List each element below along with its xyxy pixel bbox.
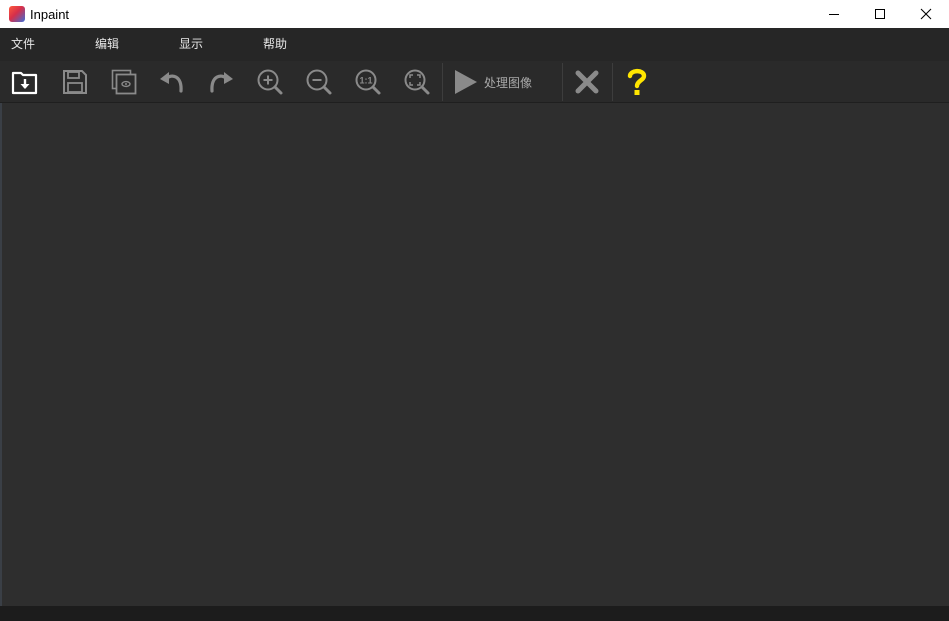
- play-icon: [455, 70, 477, 94]
- help-button[interactable]: [619, 65, 655, 99]
- minimize-icon: [829, 14, 839, 15]
- image-canvas[interactable]: [0, 103, 949, 606]
- window-title: Inpaint: [30, 6, 70, 22]
- minimize-button[interactable]: [811, 0, 857, 28]
- canvas-edge: [0, 103, 2, 606]
- redo-icon: [210, 72, 233, 93]
- menu-view[interactable]: 显示: [168, 28, 252, 61]
- toolbar: 1:1 处理图像: [0, 61, 949, 103]
- app-window: Inpaint 文件 编辑 显示 帮助 1:1 处理图像: [0, 0, 949, 621]
- open-icon: [11, 71, 38, 95]
- process-image-button[interactable]: 处理图像: [452, 65, 532, 99]
- preview-icon: [111, 69, 137, 95]
- help-icon: [627, 68, 647, 95]
- title-bar: Inpaint: [0, 0, 949, 28]
- actual-size-icon: 1:1: [355, 69, 381, 95]
- process-image-label: 处理图像: [484, 75, 533, 90]
- toolbar-separator: [442, 63, 443, 101]
- cancel-icon: [575, 70, 599, 94]
- app-logo-icon: [9, 6, 25, 22]
- cancel-button[interactable]: [569, 65, 605, 99]
- preview-button[interactable]: [106, 65, 142, 99]
- undo-icon: [160, 72, 183, 93]
- open-button[interactable]: [7, 65, 43, 99]
- close-icon: [920, 8, 932, 20]
- undo-button[interactable]: [154, 65, 190, 99]
- status-bar: [0, 606, 949, 621]
- close-button[interactable]: [903, 0, 949, 28]
- zoom-in-button[interactable]: [252, 65, 288, 99]
- toolbar-separator: [612, 63, 613, 101]
- toolbar-separator: [562, 63, 563, 101]
- menu-edit[interactable]: 编辑: [84, 28, 168, 61]
- save-button[interactable]: [57, 65, 93, 99]
- menu-bar: 文件 编辑 显示 帮助: [0, 28, 949, 61]
- window-controls: [811, 0, 949, 28]
- maximize-button[interactable]: [857, 0, 903, 28]
- zoom-out-icon: [306, 69, 332, 95]
- zoom-in-icon: [257, 69, 283, 95]
- actual-size-text: 1:1: [359, 76, 372, 86]
- maximize-icon: [875, 9, 885, 19]
- zoom-out-button[interactable]: [301, 65, 337, 99]
- menu-file[interactable]: 文件: [0, 28, 84, 61]
- save-icon: [63, 70, 87, 94]
- menu-help[interactable]: 帮助: [252, 28, 336, 61]
- fit-screen-icon: [404, 69, 430, 95]
- fit-screen-button[interactable]: [399, 65, 435, 99]
- redo-button[interactable]: [203, 65, 239, 99]
- actual-size-button[interactable]: 1:1: [350, 65, 386, 99]
